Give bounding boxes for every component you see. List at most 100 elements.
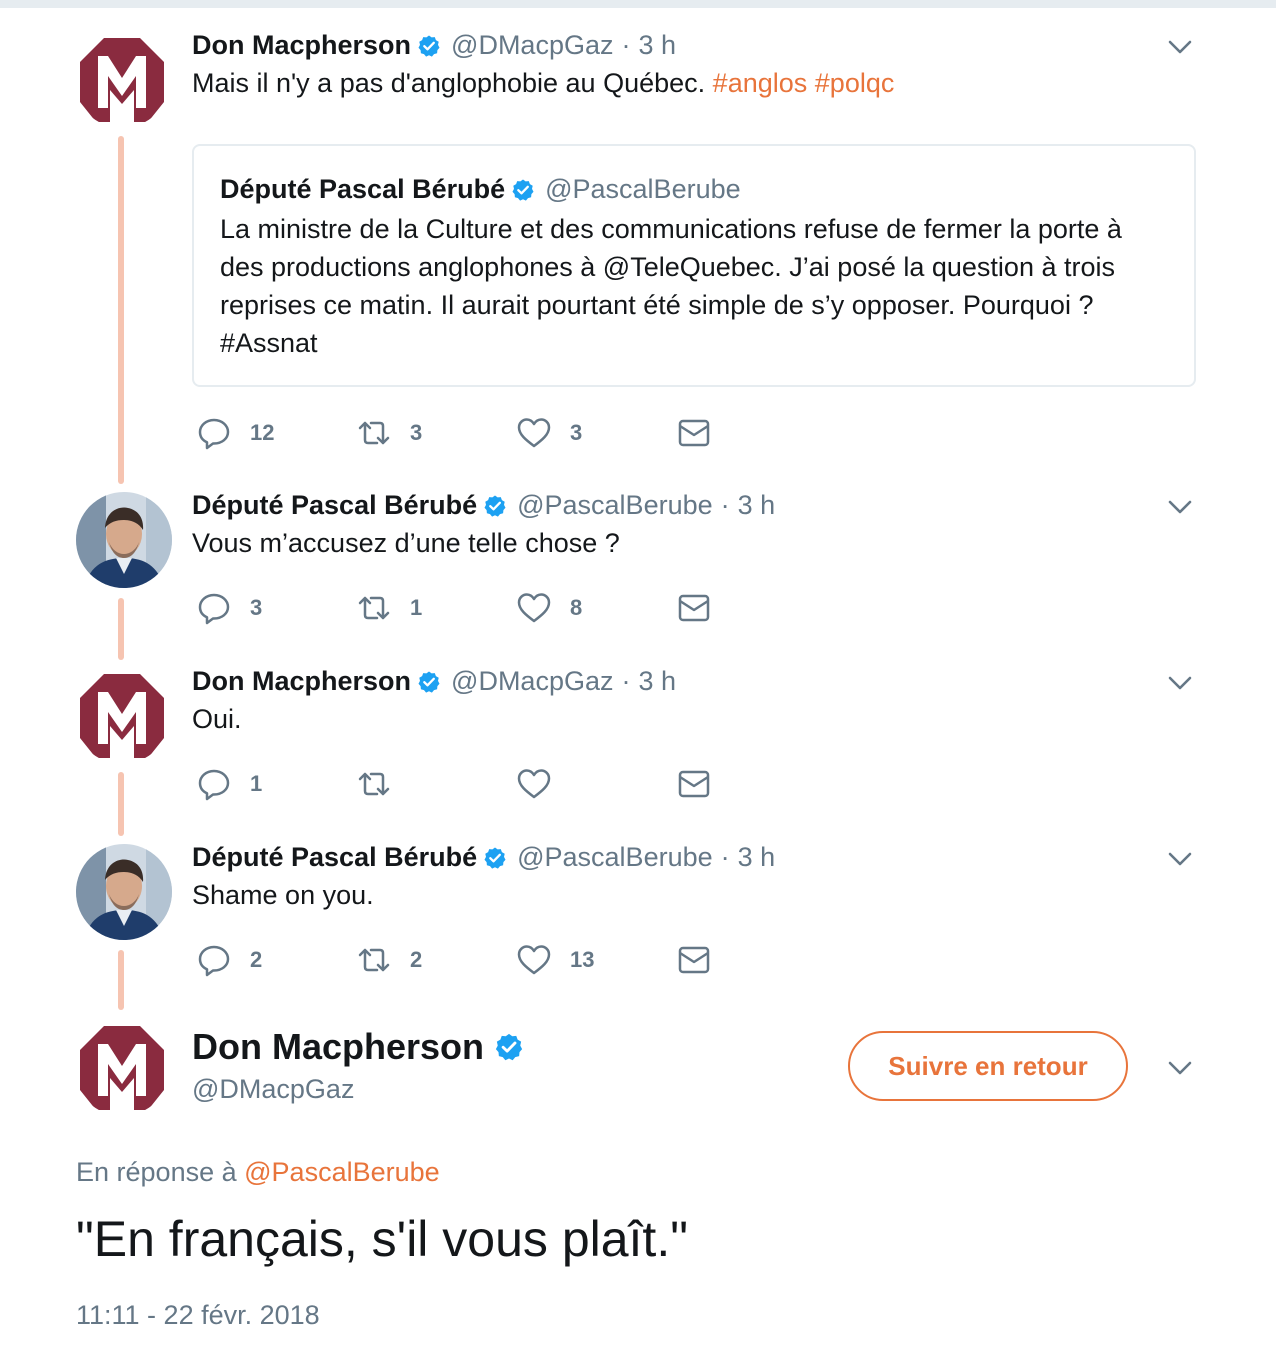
author-handle[interactable]: @DMacpGaz: [192, 1074, 354, 1105]
verified-badge-icon: [417, 670, 441, 694]
author-handle[interactable]: @PascalBerube: [517, 490, 713, 521]
tweet-text: Mais il n'y a pas d'anglophobie au Québe…: [192, 68, 894, 99]
author-handle[interactable]: @PascalBerube: [517, 842, 713, 873]
avatar[interactable]: [74, 32, 170, 128]
quoted-tweet-text: La ministre de la Culture et des communi…: [220, 214, 1122, 358]
tweet-time[interactable]: 3 h: [638, 30, 676, 61]
quoted-author-handle: @PascalBerube: [545, 174, 741, 204]
author-name[interactable]: Don Macpherson: [192, 1026, 484, 1068]
tweet-actions: 3 1 8: [196, 591, 712, 625]
reply-count: 1: [250, 771, 263, 796]
main-tweet-text: "En français, s'il vous plaît.": [76, 1211, 688, 1267]
tweet-item[interactable]: Député Pascal Bérubé @PascalBerube · 3 h…: [0, 832, 1276, 1008]
retweet-icon: [356, 943, 392, 977]
reply-count: 3: [250, 595, 263, 620]
author-handle[interactable]: @DMacpGaz: [451, 30, 613, 61]
reply-icon: [196, 943, 232, 977]
reply-icon: [196, 591, 232, 625]
tweet-text: Vous m’accusez d’une telle chose ?: [192, 528, 620, 558]
author-name[interactable]: Don Macpherson: [192, 666, 411, 697]
user-photo-avatar: [76, 844, 172, 940]
follow-back-button[interactable]: Suivre en retour: [848, 1031, 1128, 1101]
like-button[interactable]: [516, 767, 676, 801]
tweet-item[interactable]: Don Macpherson @DMacpGaz · 3 h Oui. 1: [0, 656, 1276, 832]
author-handle[interactable]: @DMacpGaz: [451, 666, 613, 697]
tweet-time[interactable]: 3 h: [738, 490, 776, 521]
tweet-time[interactable]: 3 h: [638, 666, 676, 697]
separator-dot: ·: [621, 30, 631, 60]
tweet-actions: 1: [196, 767, 712, 801]
author-name[interactable]: Don Macpherson: [192, 30, 411, 61]
direct-message-button[interactable]: [676, 943, 712, 977]
retweet-button[interactable]: 3: [356, 416, 516, 450]
avatar[interactable]: [74, 668, 170, 764]
user-photo-avatar: [76, 492, 172, 588]
separator-dot: ·: [621, 666, 631, 696]
quoted-tweet[interactable]: Député Pascal Bérubé @PascalBerube La mi…: [192, 144, 1196, 387]
tweet-actions: 2 2 13: [196, 943, 712, 977]
tweet-thread: Don Macpherson @DMacpGaz · 3 h Mais il n…: [0, 0, 1276, 1346]
tweet-actions: 12 3 3: [196, 416, 712, 450]
tweet-time[interactable]: 3 h: [738, 842, 776, 873]
like-button[interactable]: 3: [516, 416, 676, 450]
author-name[interactable]: Député Pascal Bérubé: [192, 490, 477, 521]
verified-badge-icon: [494, 1032, 524, 1062]
chevron-down-icon[interactable]: [1166, 669, 1194, 697]
direct-message-button[interactable]: [676, 767, 712, 801]
heart-icon: [516, 591, 552, 625]
reply-to-link[interactable]: @PascalBerube: [244, 1157, 440, 1187]
verified-badge-icon: [483, 846, 507, 870]
avatar[interactable]: [76, 844, 172, 940]
direct-message-button[interactable]: [676, 416, 712, 450]
like-count: 13: [570, 947, 595, 972]
hashtag-link[interactable]: #anglos: [713, 68, 808, 98]
retweet-button[interactable]: [356, 767, 516, 801]
retweet-icon: [356, 767, 392, 801]
reply-button[interactable]: 3: [196, 591, 356, 625]
hashtag-link[interactable]: #polqc: [815, 68, 895, 98]
retweet-count: 1: [410, 595, 423, 620]
chevron-down-icon[interactable]: [1166, 33, 1194, 61]
retweet-icon: [356, 591, 392, 625]
reply-prefix: En réponse à: [76, 1157, 237, 1187]
author-name[interactable]: Député Pascal Bérubé: [192, 842, 477, 873]
verified-badge-icon: [511, 178, 535, 202]
reply-button[interactable]: 2: [196, 943, 356, 977]
retweet-button[interactable]: 2: [356, 943, 516, 977]
quoted-tweet-header: Député Pascal Bérubé @PascalBerube: [220, 174, 741, 205]
logo-m-icon: [74, 1020, 170, 1116]
tweet-item[interactable]: Député Pascal Bérubé @PascalBerube · 3 h…: [0, 480, 1276, 656]
tweet-timestamp[interactable]: 11:11 - 22 févr. 2018: [76, 1300, 320, 1331]
tweet-item[interactable]: Don Macpherson @DMacpGaz · 3 h Mais il n…: [0, 0, 1276, 480]
verified-badge-icon: [483, 494, 507, 518]
tweet-text: Shame on you.: [192, 880, 374, 910]
retweet-icon: [356, 416, 392, 450]
separator-dot: ·: [720, 842, 730, 872]
chevron-down-icon[interactable]: [1166, 493, 1194, 521]
direct-message-button[interactable]: [676, 591, 712, 625]
quoted-author-name: Député Pascal Bérubé: [220, 174, 506, 204]
heart-icon: [516, 943, 552, 977]
avatar[interactable]: [74, 1020, 170, 1116]
chevron-down-icon[interactable]: [1166, 1054, 1194, 1082]
tweet-header: Don Macpherson @DMacpGaz · 3 h: [192, 666, 676, 697]
heart-icon: [516, 416, 552, 450]
like-count: 3: [570, 420, 583, 445]
mail-icon: [676, 416, 712, 450]
like-count: 8: [570, 595, 583, 620]
avatar[interactable]: [76, 492, 172, 588]
verified-badge-icon: [417, 34, 441, 58]
mail-icon: [676, 591, 712, 625]
reply-button[interactable]: 12: [196, 416, 356, 450]
like-button[interactable]: 13: [516, 943, 676, 977]
reply-button[interactable]: 1: [196, 767, 356, 801]
reply-icon: [196, 416, 232, 450]
tweet-header: Don Macpherson @DMacpGaz · 3 h: [192, 30, 676, 61]
chevron-down-icon[interactable]: [1166, 845, 1194, 873]
retweet-button[interactable]: 1: [356, 591, 516, 625]
reply-icon: [196, 767, 232, 801]
like-button[interactable]: 8: [516, 591, 676, 625]
tweet-header: Député Pascal Bérubé @PascalBerube · 3 h: [192, 842, 775, 873]
heart-icon: [516, 767, 552, 801]
logo-m-icon: [74, 668, 170, 764]
